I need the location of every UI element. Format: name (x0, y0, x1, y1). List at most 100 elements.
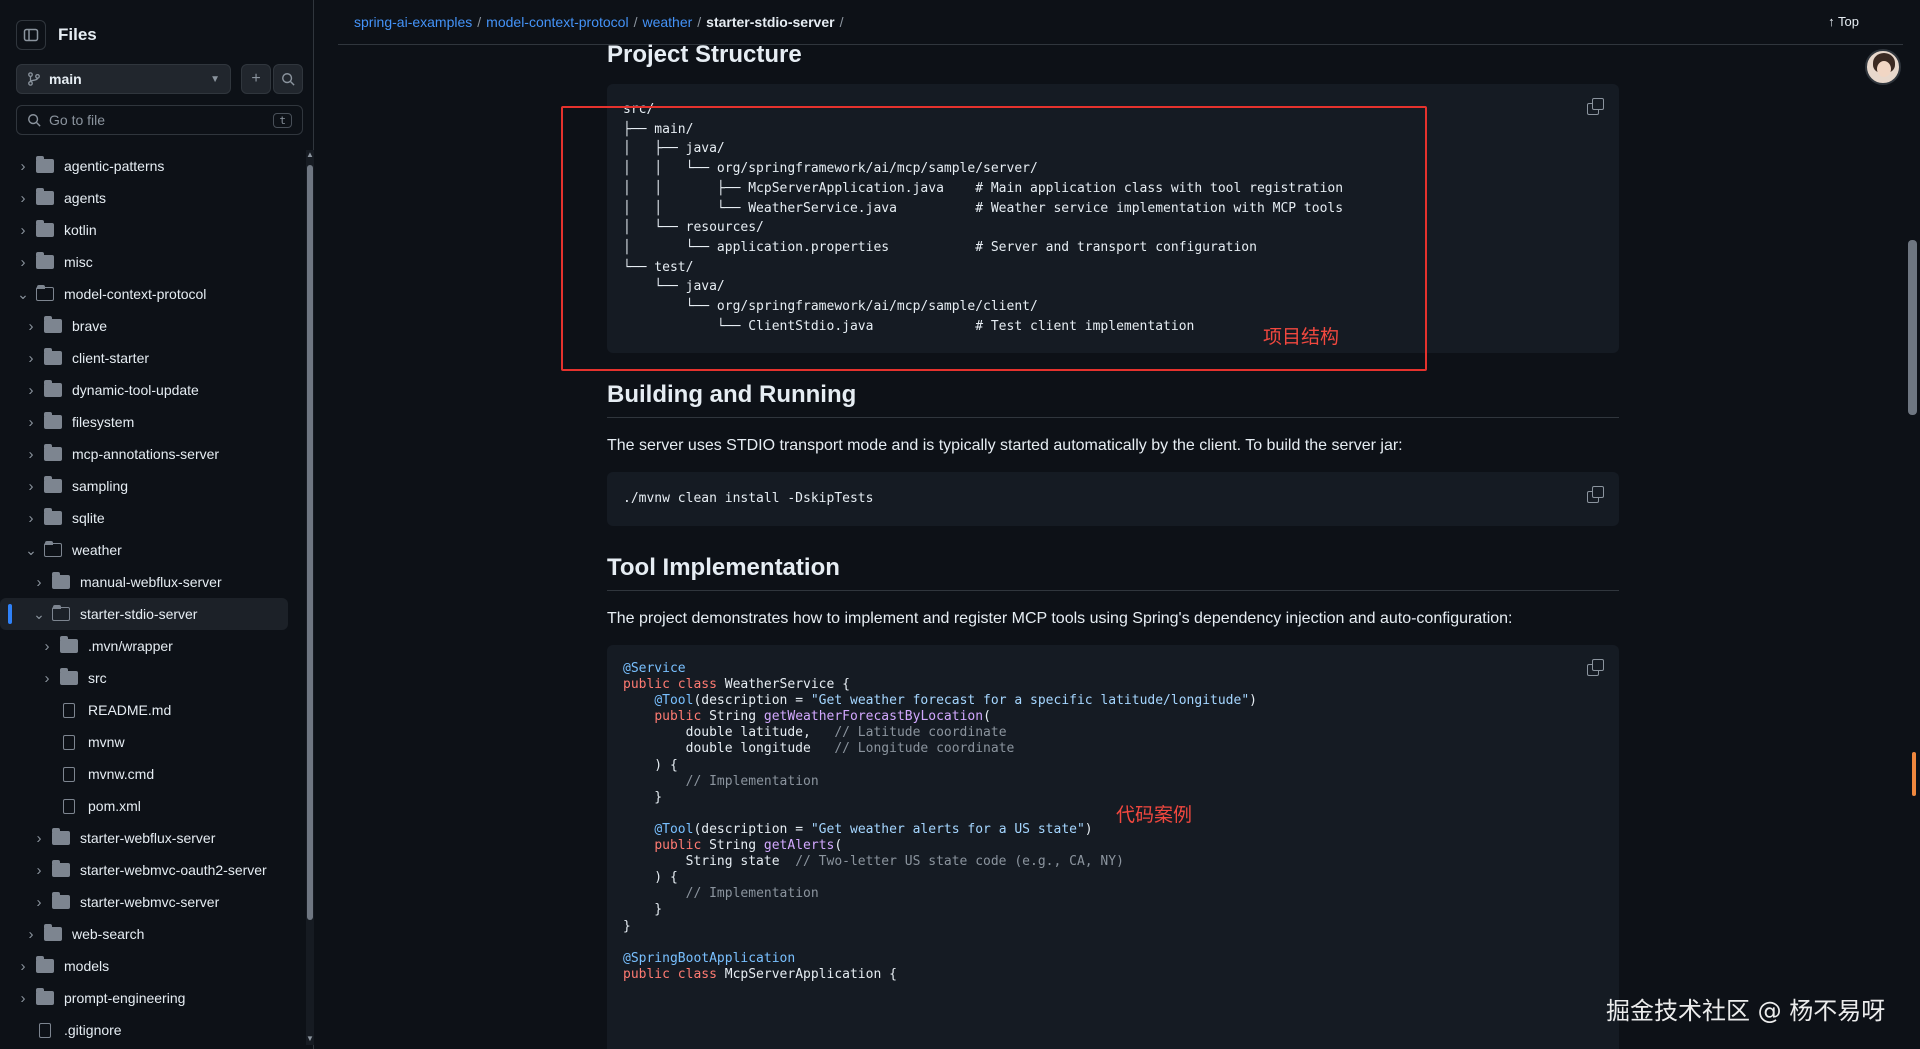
tree-folder[interactable]: › src (0, 662, 300, 694)
tree-item-label: sampling (72, 478, 129, 494)
chevron-right-icon[interactable]: › (16, 158, 30, 175)
code-token: // Latitude coordinate (834, 725, 1007, 741)
tree-item-label: manual-webflux-server (80, 574, 222, 590)
copy-icon[interactable] (1587, 98, 1604, 115)
scroll-down-arrow-icon[interactable]: ▼ (305, 1034, 315, 1043)
shortcut-hint: t (273, 112, 292, 128)
folder-icon (36, 252, 54, 269)
chevron-right-icon[interactable]: › (16, 190, 30, 207)
code-token: ) { (623, 870, 678, 886)
chevron-right-icon[interactable]: › (32, 862, 46, 879)
chevron-right-icon[interactable]: › (24, 926, 38, 943)
tree-item-label: client-starter (72, 350, 150, 366)
page-scrollbar-track[interactable] (1905, 0, 1920, 1049)
tree-item-label: filesystem (72, 414, 135, 430)
tree-folder[interactable]: › agentic-patterns (0, 150, 300, 182)
sidebar-scrollbar-thumb[interactable] (307, 165, 313, 920)
tree-folder[interactable]: › models (0, 950, 300, 982)
tree-folder[interactable]: › brave (0, 310, 300, 342)
chevron-right-icon[interactable]: › (24, 318, 38, 335)
code-token: (description = (693, 693, 811, 709)
page-scrollbar-thumb[interactable] (1908, 240, 1917, 415)
chevron-down-icon[interactable]: ⌄ (32, 606, 46, 623)
tree-item-label: weather (72, 542, 122, 558)
chevron-right-icon[interactable]: › (16, 222, 30, 239)
folder-icon (36, 956, 54, 973)
tree-file[interactable]: .gitignore (0, 1014, 300, 1046)
tree-folder[interactable]: ⌄ model-context-protocol (0, 278, 300, 310)
tree-folder[interactable]: › kotlin (0, 214, 300, 246)
chevron-right-icon[interactable]: › (24, 414, 38, 431)
branch-selector[interactable]: main ▼ (16, 64, 231, 94)
folder-icon (44, 412, 62, 429)
chevron-right-icon[interactable]: › (24, 382, 38, 399)
code-line: @SpringBootApplication (623, 951, 1603, 967)
tree-file[interactable]: README.md (0, 694, 300, 726)
tree-folder[interactable]: › mcp-annotations-server (0, 438, 300, 470)
code-token: public (654, 838, 702, 854)
code-token: } (623, 902, 663, 918)
code-line: @Tool(description = "Get weather forecas… (623, 693, 1603, 709)
chevron-right-icon[interactable]: › (32, 574, 46, 591)
tree-folder[interactable]: › dynamic-tool-update (0, 374, 300, 406)
tree-folder[interactable]: › starter-webmvc-server (0, 886, 300, 918)
tree-folder[interactable]: › prompt-engineering (0, 982, 300, 1014)
copy-icon[interactable] (1587, 486, 1604, 503)
tree-folder[interactable]: › filesystem (0, 406, 300, 438)
code-token: ) (1084, 821, 1093, 837)
tree-item-label: agents (64, 190, 107, 206)
chevron-right-icon[interactable]: › (40, 670, 54, 687)
chevron-right-icon[interactable]: › (24, 510, 38, 527)
tree-folder[interactable]: › manual-webflux-server (0, 566, 300, 598)
arrow-up-icon: ↑ (1828, 14, 1835, 29)
scroll-up-arrow-icon[interactable]: ▲ (305, 150, 315, 159)
chevron-right-icon[interactable]: › (16, 958, 30, 975)
breadcrumb-link[interactable]: weather (642, 14, 692, 30)
chevron-down-icon[interactable]: ⌄ (24, 542, 38, 559)
tree-folder[interactable]: › starter-webflux-server (0, 822, 300, 854)
code-token: ) { (623, 757, 678, 773)
chevron-right-icon[interactable]: › (24, 446, 38, 463)
tree-folder[interactable]: › web-search (0, 918, 300, 950)
chevron-right-icon[interactable]: › (40, 638, 54, 655)
add-file-button[interactable]: + (241, 64, 271, 94)
tree-folder[interactable]: › starter-webmvc-oauth2-server (0, 854, 300, 886)
chevron-right-icon[interactable]: › (32, 830, 46, 847)
chevron-down-icon[interactable]: ⌄ (16, 286, 30, 303)
code-line: } (623, 902, 1603, 918)
chevron-right-icon[interactable]: › (32, 894, 46, 911)
chevron-right-icon[interactable]: › (16, 254, 30, 271)
back-to-top-button[interactable]: ↑ Top (1828, 14, 1859, 29)
tree-file[interactable]: mvnw.cmd (0, 758, 300, 790)
tree-folder[interactable]: › client-starter (0, 342, 300, 374)
tree-folder[interactable]: › .mvn/wrapper (0, 630, 300, 662)
go-to-file-input[interactable]: Go to file t (16, 105, 303, 135)
tree-item-label: mcp-annotations-server (72, 446, 220, 462)
code-line: double longitude // Longitude coordinate (623, 741, 1603, 757)
folder-open-icon (52, 605, 70, 621)
code-token: double latitude, (623, 725, 835, 741)
tree-item-label: dynamic-tool-update (72, 382, 199, 398)
heading-project-structure: Project Structure (607, 41, 802, 68)
breadcrumb-link[interactable]: spring-ai-examples (354, 14, 472, 30)
user-avatar[interactable] (1865, 49, 1901, 85)
tree-file[interactable]: mvnw (0, 726, 300, 758)
tree-folder[interactable]: › agents (0, 182, 300, 214)
breadcrumb-link[interactable]: model-context-protocol (486, 14, 628, 30)
tree-folder[interactable]: ⌄ starter-stdio-server (0, 598, 288, 630)
tree-folder[interactable]: › sqlite (0, 502, 300, 534)
top-label: Top (1838, 14, 1859, 29)
tree-folder[interactable]: › misc (0, 246, 300, 278)
search-files-button[interactable] (273, 64, 303, 94)
tree-file[interactable]: pom.xml (0, 790, 300, 822)
chevron-right-icon[interactable]: › (24, 478, 38, 495)
tree-folder[interactable]: ⌄ weather (0, 534, 300, 566)
code-token: @Service (623, 661, 686, 676)
tree-folder[interactable]: › sampling (0, 470, 300, 502)
chevron-right-icon[interactable]: › (16, 990, 30, 1007)
collapse-sidebar-button[interactable] (16, 20, 46, 50)
chevron-right-icon[interactable]: › (24, 350, 38, 367)
copy-icon[interactable] (1587, 659, 1604, 676)
